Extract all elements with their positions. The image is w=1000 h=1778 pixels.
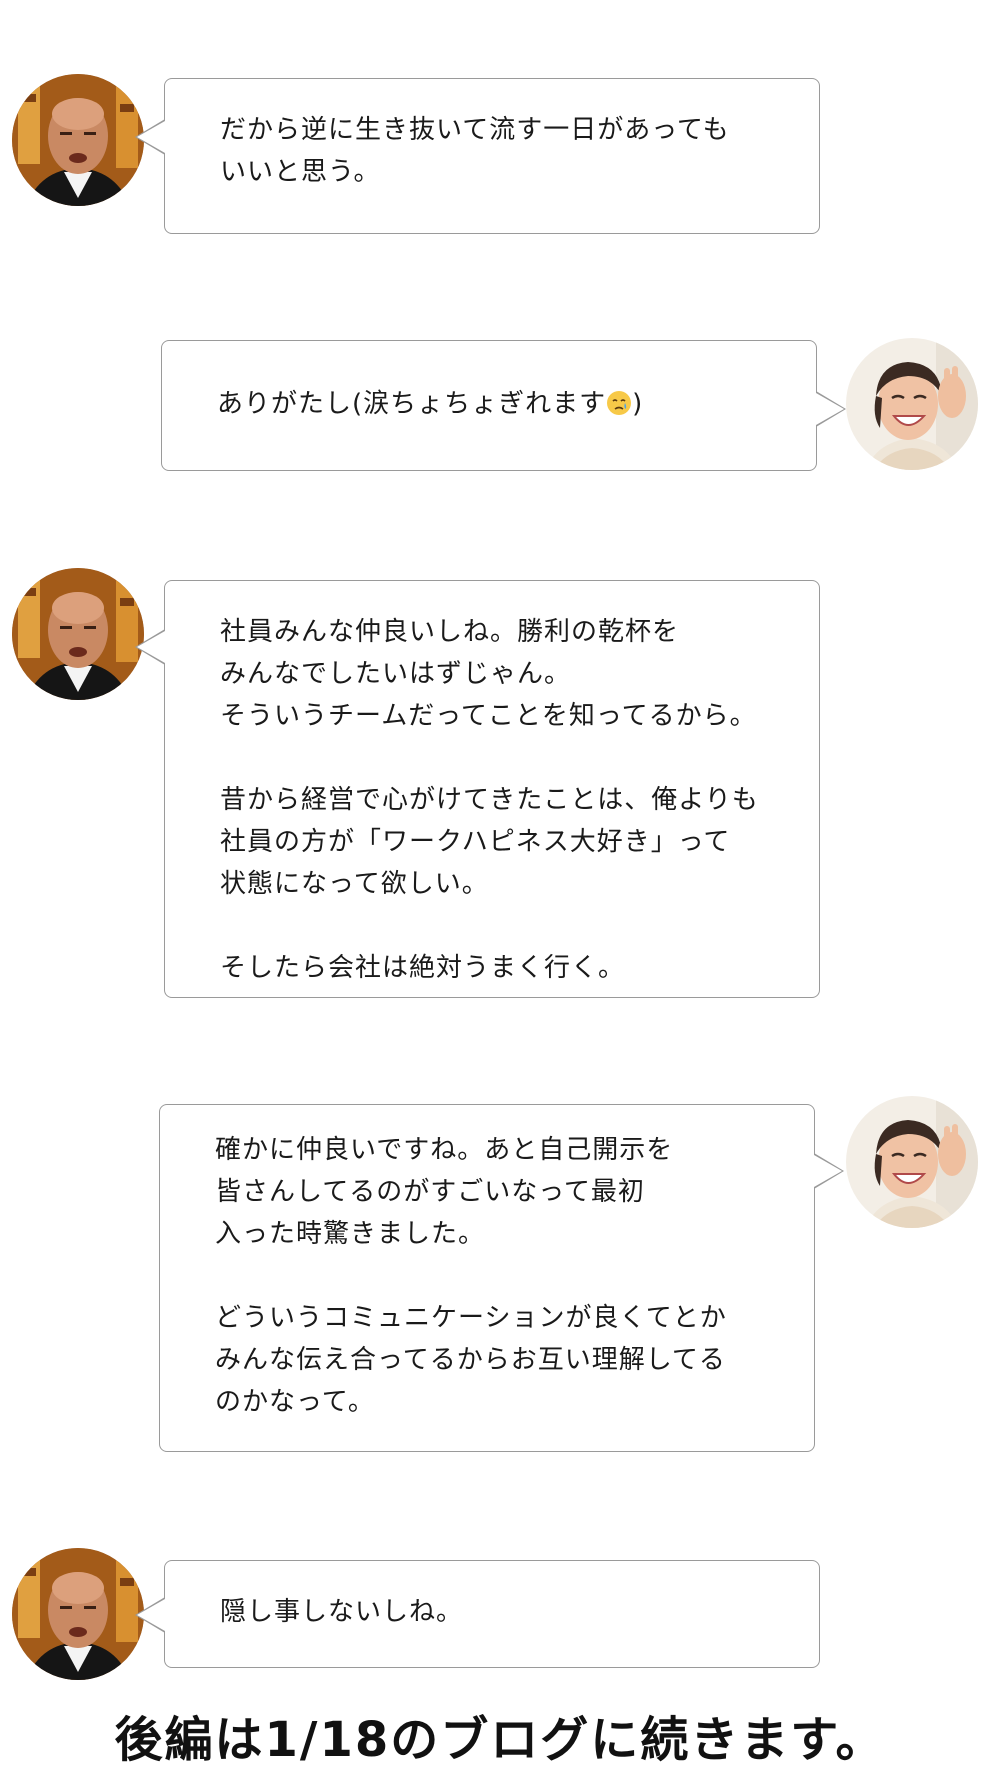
message-bubble: 確かに仲良いですね。あと自己開示を 皆さんしてるのがすごいなって最初 入った時驚… bbox=[159, 1104, 844, 1452]
message-line: いいと思う。 bbox=[220, 157, 381, 187]
man-portrait-icon bbox=[12, 1548, 144, 1680]
continuation-notice: 後編は1/18のブログに続きます。 bbox=[114, 1712, 886, 1768]
message-line: 昔から経営で心がけてきたことは、俺よりも bbox=[220, 785, 759, 815]
message-line: だから逆に生き抜いて流す一日があっても bbox=[220, 115, 730, 145]
avatar-woman bbox=[846, 1096, 978, 1228]
message-line: どういうコミュニケーションが良くてとか bbox=[215, 1303, 727, 1333]
message-line: みんなでしたいはずじゃん。 bbox=[220, 659, 572, 689]
woman-portrait-icon bbox=[846, 1096, 978, 1228]
bubble-tail bbox=[135, 119, 165, 155]
message-bubble: 隠し事しないしね。 bbox=[135, 1560, 820, 1668]
avatar-man bbox=[12, 1548, 144, 1680]
message-line: 社員みんな仲良いしね。勝利の乾杯を bbox=[220, 617, 680, 647]
message-line bbox=[215, 1255, 774, 1297]
message-bubble: だから逆に生き抜いて流す一日があっても いいと思う。 bbox=[135, 78, 820, 234]
bubble-tail bbox=[814, 1153, 844, 1189]
message-line bbox=[220, 905, 779, 947]
man-portrait-icon bbox=[12, 568, 144, 700]
message-line: 皆さんしてるのがすごいなって最初 bbox=[215, 1177, 645, 1207]
message-line: 入った時驚きました。 bbox=[215, 1219, 486, 1249]
message-line bbox=[220, 737, 779, 779]
bubble-tail bbox=[816, 391, 846, 427]
message-text: ) bbox=[632, 389, 644, 419]
avatar-man bbox=[12, 568, 144, 700]
avatar-woman bbox=[846, 338, 978, 470]
message-line: 社員の方が「ワークハピネス大好き」って bbox=[220, 827, 731, 857]
message-bubble: ありがたし(涙ちょちょぎれます) bbox=[161, 340, 846, 471]
message-line: そしたら会社は絶対うまく行く。 bbox=[220, 953, 626, 983]
message-line: ありがたし(涙ちょちょぎれます) bbox=[217, 371, 776, 425]
crying-face-icon bbox=[607, 391, 632, 415]
message-bubble: 社員みんな仲良いしね。勝利の乾杯を みんなでしたいはずじゃん。 そういうチームだ… bbox=[135, 580, 820, 998]
message-line: そういうチームだってことを知ってるから。 bbox=[220, 701, 757, 731]
avatar-man bbox=[12, 74, 144, 206]
message-line: みんな伝え合ってるからお互い理解してる bbox=[215, 1345, 726, 1375]
message-line: 隠し事しないしね。 bbox=[220, 1597, 464, 1627]
message-line: のかなって。 bbox=[215, 1387, 375, 1417]
bubble-tail bbox=[135, 629, 165, 665]
message-line: 状態になって欲しい。 bbox=[220, 869, 489, 899]
message-text: ありがたし(涙ちょちょぎれます bbox=[217, 389, 607, 419]
message-line: 確かに仲良いですね。あと自己開示を bbox=[215, 1135, 674, 1165]
woman-portrait-icon bbox=[846, 338, 978, 470]
bubble-tail bbox=[135, 1597, 165, 1633]
man-portrait-icon bbox=[12, 74, 144, 206]
